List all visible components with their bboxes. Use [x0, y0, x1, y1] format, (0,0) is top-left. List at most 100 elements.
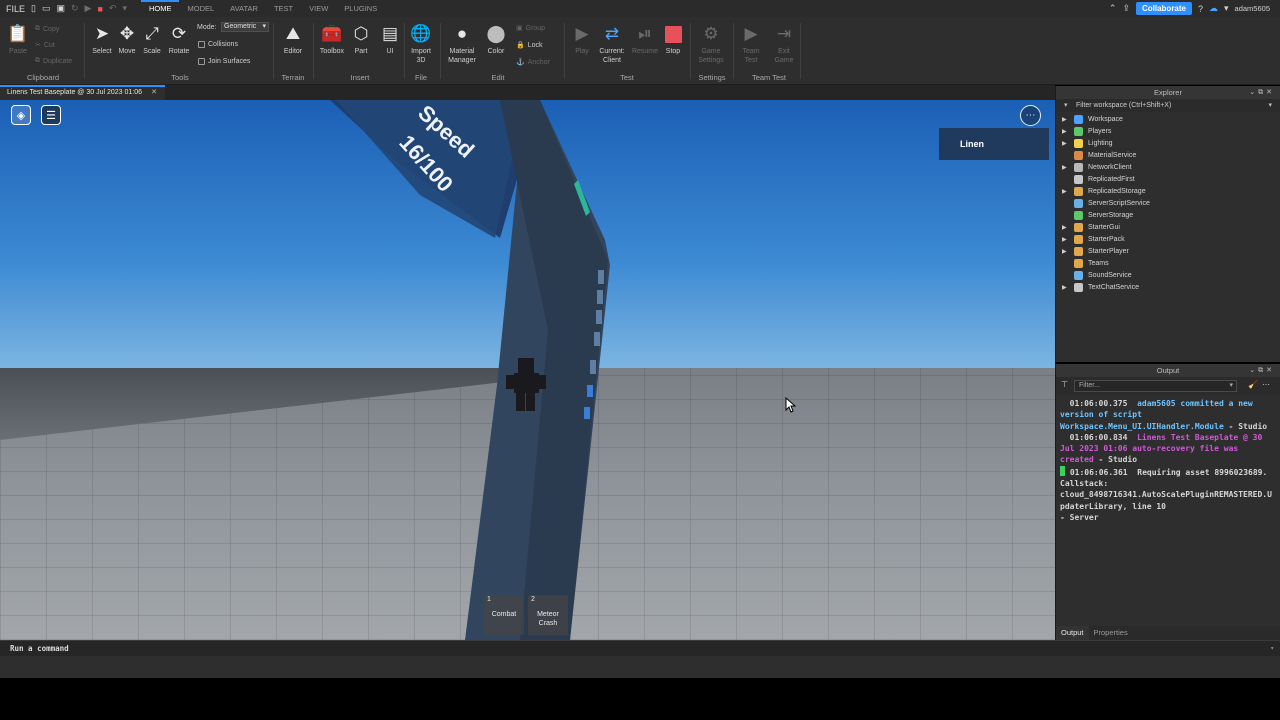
stop-button[interactable]: Stop	[658, 23, 688, 56]
scale-button[interactable]: ⤢ Scale	[137, 23, 167, 56]
tab-test[interactable]: TEST	[266, 0, 301, 17]
clear-output-icon[interactable]: 🧹⋯	[1248, 380, 1274, 389]
play-button[interactable]: ▶ Play	[567, 23, 597, 56]
new-file-icon[interactable]: ▯	[31, 3, 36, 14]
player-list-entry[interactable]: Linen	[939, 128, 1049, 160]
cut-button[interactable]: ✂ Cut	[35, 41, 55, 50]
help-icon[interactable]: ?	[1198, 4, 1203, 14]
explorer-item[interactable]: ▶ Lighting	[1056, 137, 1280, 149]
stop-small-icon[interactable]: ■	[97, 4, 102, 14]
explorer-item[interactable]: ▶ StarterPlayer	[1056, 245, 1280, 257]
explorer-item[interactable]: MaterialService	[1056, 149, 1280, 161]
undo-icon[interactable]: ↶	[109, 3, 117, 14]
part-button[interactable]: ⬡ Part	[346, 23, 376, 56]
duplicate-button[interactable]: ⧉ Duplicate	[35, 57, 72, 65]
resume-icon: ⏯	[638, 24, 652, 43]
explorer-filter-input[interactable]: Filter workspace (Ctrl+Shift+X)	[1076, 102, 1171, 109]
command-input[interactable]: Run a command	[0, 644, 69, 653]
redo-icon[interactable]: ↻	[71, 3, 79, 14]
expand-arrow-icon[interactable]: ▶	[1062, 224, 1067, 231]
share-icon[interactable]: ⇪	[1122, 3, 1130, 14]
cut-label: Cut	[43, 41, 55, 49]
chevron-down-icon[interactable]: ▾	[1260, 641, 1274, 657]
dropdown-icon[interactable]: ▾	[122, 3, 127, 14]
explorer-item[interactable]: ▶ StarterPack	[1056, 233, 1280, 245]
explorer-item[interactable]: Teams	[1056, 257, 1280, 269]
team-test-button[interactable]: ▶ Team Test	[736, 23, 766, 65]
ui-button[interactable]: ▤ UI	[375, 23, 405, 56]
game-settings-button[interactable]: ⚙ Game Settings	[696, 23, 726, 65]
expand-arrow-icon[interactable]: ▶	[1062, 248, 1067, 255]
user-icon[interactable]: ▾	[1224, 3, 1229, 14]
collapse-ribbon-icon[interactable]: ⌃	[1109, 3, 1117, 14]
chat-icon[interactable]: ☰	[41, 105, 61, 125]
play-small-icon[interactable]: ▶	[85, 3, 92, 14]
cloud-icon[interactable]: ☁	[1209, 3, 1218, 14]
tab-view[interactable]: VIEW	[301, 0, 336, 17]
tab-avatar[interactable]: AVATAR	[222, 0, 266, 17]
lock-button[interactable]: 🔒 Lock	[516, 41, 543, 50]
import-3d-button[interactable]: 🌐 Import 3D	[406, 23, 436, 65]
open-file-icon[interactable]: ▭	[42, 3, 51, 14]
expand-arrow-icon[interactable]: ▶	[1062, 116, 1067, 123]
collisions-checkbox[interactable]	[198, 41, 205, 48]
explorer-item[interactable]: ▶ StarterGui	[1056, 221, 1280, 233]
panel-controls-icon[interactable]: ⌄⧉✕	[1249, 86, 1275, 99]
rotate-button[interactable]: ⟳ Rotate	[164, 23, 194, 56]
explorer-item[interactable]: ServerStorage	[1056, 209, 1280, 221]
ribbon-separator	[84, 23, 85, 79]
mode-select[interactable]: Geometric ▾	[221, 22, 269, 32]
panel-controls-icon[interactable]: ⌄⧉✕	[1249, 364, 1275, 377]
tab-home[interactable]: HOME	[140, 0, 180, 17]
paste-button[interactable]: 📋 Paste	[3, 23, 33, 56]
save-icon[interactable]: ▣	[56, 3, 65, 14]
tab-properties[interactable]: Properties	[1089, 626, 1133, 640]
file-menu[interactable]: FILE	[6, 4, 25, 14]
expand-arrow-icon[interactable]: ▶	[1062, 236, 1067, 243]
explorer-item[interactable]: ▶ Workspace	[1056, 113, 1280, 125]
exit-game-button[interactable]: ⇥ Exit Game	[769, 23, 799, 65]
material-manager-button[interactable]: ● Material Manager	[444, 23, 480, 65]
tab-output[interactable]: Output	[1056, 626, 1089, 640]
output-filter-input[interactable]: Filter... ▾	[1074, 380, 1237, 392]
collaborate-button[interactable]: Collaborate	[1135, 2, 1192, 15]
hotbar-slot-2[interactable]: 2 Meteor Crash	[528, 595, 568, 635]
hotbar-slot-1[interactable]: 1 Combat	[484, 595, 524, 635]
join-surfaces-toggle[interactable]: Join Surfaces	[198, 58, 250, 65]
explorer-item[interactable]: ▶ TextChatService	[1056, 281, 1280, 293]
explorer-item[interactable]: ReplicatedFirst	[1056, 173, 1280, 185]
explorer-item[interactable]: ▶ NetworkClient	[1056, 161, 1280, 173]
expand-arrow-icon[interactable]: ▶	[1062, 164, 1067, 171]
toolbox-button[interactable]: 🧰 Toolbox	[317, 23, 347, 56]
chevron-down-icon[interactable]: ▾	[1268, 99, 1272, 112]
collisions-toggle[interactable]: Collisions	[198, 41, 238, 48]
group-button[interactable]: ▣ Group	[516, 24, 545, 33]
tab-plugins[interactable]: PLUGINS	[336, 0, 385, 17]
explorer-item[interactable]: ▶ ReplicatedStorage	[1056, 185, 1280, 197]
command-bar[interactable]: Run a command ▾	[0, 640, 1280, 656]
roblox-menu-icon[interactable]: ◈	[11, 105, 31, 125]
explorer-item[interactable]: SoundService	[1056, 269, 1280, 281]
current-client-button[interactable]: ⇄ Current: Client	[596, 23, 628, 65]
more-options-icon[interactable]: ⋯	[1020, 105, 1041, 126]
explorer-filter[interactable]: ▾ Filter workspace (Ctrl+Shift+X) ▾	[1056, 99, 1280, 112]
explorer-item[interactable]: ServerScriptService	[1056, 197, 1280, 209]
terrain-editor-button[interactable]: ⛰ Editor	[278, 23, 308, 56]
close-icon[interactable]: ✕	[151, 87, 157, 99]
color-button[interactable]: ⬤ Color	[481, 23, 511, 56]
copy-button[interactable]: ⧉ Copy	[35, 25, 59, 33]
expand-arrow-icon[interactable]: ▶	[1062, 140, 1067, 147]
expand-arrow-icon[interactable]: ▶	[1062, 284, 1067, 291]
explorer-item-label: ReplicatedFirst	[1088, 175, 1135, 183]
document-tab[interactable]: Linens Test Baseplate @ 30 Jul 2023 01:0…	[0, 85, 165, 100]
explorer-item[interactable]: ▶ Players	[1056, 125, 1280, 137]
expand-arrow-icon[interactable]: ▶	[1062, 188, 1067, 195]
filter-icon[interactable]: ⊤	[1061, 380, 1068, 389]
game-viewport[interactable]: Speed 16/100 ◈ ☰ ⋯ Linen 1 Combat 2 Mete…	[0, 100, 1055, 640]
expand-arrow-icon[interactable]: ▶	[1062, 128, 1067, 135]
tab-model[interactable]: MODEL	[179, 0, 222, 17]
join-surfaces-checkbox[interactable]	[198, 58, 205, 65]
username[interactable]: adam5605	[1235, 4, 1270, 13]
anchor-button[interactable]: ⚓ Anchor	[516, 58, 550, 67]
resume-button[interactable]: ⏯ Resume	[630, 23, 660, 56]
